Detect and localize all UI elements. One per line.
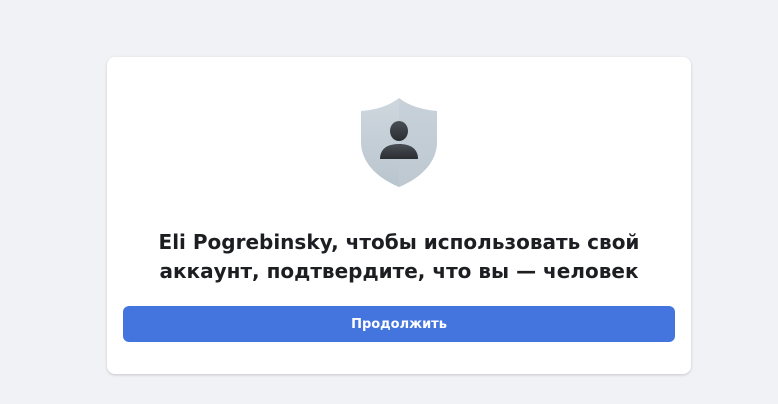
verification-headline: Eli Pogrebinsky, чтобы использовать свой… — [158, 230, 640, 283]
shield-user-icon — [359, 96, 439, 188]
verification-card: Eli Pogrebinsky, чтобы использовать свой… — [107, 57, 691, 374]
continue-button[interactable]: Продолжить — [123, 306, 675, 342]
